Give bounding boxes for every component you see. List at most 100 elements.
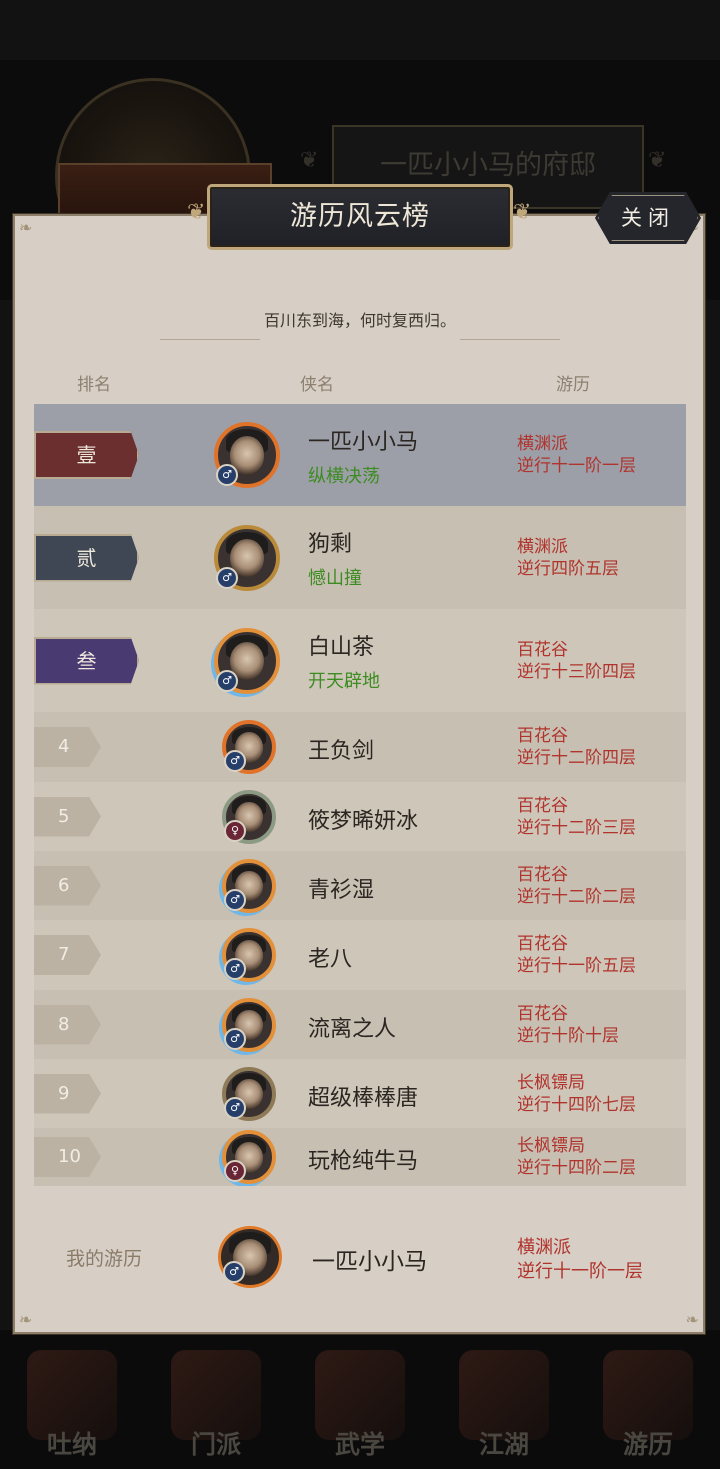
male-icon: ♂ — [224, 750, 246, 772]
male-icon: ♂ — [224, 1027, 246, 1050]
rank-label: 7 — [58, 944, 70, 965]
player-level: 逆行十二阶四层 — [517, 748, 636, 768]
rank-label: 6 — [58, 874, 70, 896]
player-name: 青衫湿 — [308, 877, 375, 903]
female-icon: ♀ — [224, 819, 246, 842]
player-level: 逆行十一阶五层 — [517, 956, 636, 976]
rank-label: 4 — [58, 736, 70, 757]
nav-item-label: 门派 — [190, 1430, 241, 1459]
avatar[interactable]: ♂ — [222, 1066, 276, 1121]
rank-badge: 叁 — [34, 636, 139, 685]
leaderboard-row[interactable]: 8 ♂ 流离之人 百花谷 逆行十阶十层 — [34, 990, 686, 1059]
rank-label: 9 — [58, 1082, 70, 1104]
corner-ornament-icon: ❧ — [19, 218, 33, 237]
leaderboard-row[interactable]: 5 ♀ 筱梦晞妍冰 百花谷 逆行十二阶三层 — [34, 782, 686, 851]
leaderboard-row[interactable]: 贰 ♂ 狗剩 憾山撞 横渊派 逆行四阶五层 — [34, 506, 686, 609]
close-button-label: 关闭 — [621, 206, 675, 230]
player-skill: 纵横决荡 — [308, 466, 380, 487]
leaderboard-row[interactable]: 9 ♂ 超级棒棒唐 长枫镖局 逆行十四阶七层 — [34, 1059, 686, 1128]
rank-badge: 9 — [34, 1073, 101, 1114]
nav-item-4[interactable]: 江湖 — [456, 1350, 552, 1469]
leaderboard-row[interactable]: 4 ♂ 王负剑 百花谷 逆行十二阶四层 — [34, 712, 686, 782]
player-level: 逆行十一阶一层 — [517, 456, 636, 476]
title-wing-right-icon: ❦ — [513, 200, 532, 225]
rank-badge: 8 — [34, 1004, 101, 1045]
column-header-travel: 游历 — [556, 375, 590, 395]
rank-badge: 壹 — [34, 431, 139, 479]
player-level: 逆行十三阶四层 — [517, 661, 636, 682]
avatar[interactable]: ♀ — [222, 1130, 276, 1184]
leaderboard-row[interactable]: 6 ♂ 青衫湿 百花谷 逆行十二阶二层 — [34, 851, 686, 920]
leaderboard-row[interactable]: 7 ♂ 老八 百花谷 逆行十一阶五层 — [34, 920, 686, 990]
modal-title: 游历风云榜 — [207, 184, 513, 250]
my-record-sect: 横渊派 — [517, 1237, 571, 1258]
rank-label: 壹 — [76, 443, 97, 467]
leaderboard-row[interactable]: 叁 ♂ 白山茶 开天辟地 百花谷 逆行十三阶四层 — [34, 609, 686, 712]
gender-icon: ♂ — [223, 1261, 245, 1283]
player-level: 逆行十四阶二层 — [517, 1158, 636, 1178]
nav-item-5[interactable]: 游历 — [600, 1350, 696, 1469]
player-name: 一匹小小马 — [308, 430, 419, 455]
player-name: 筱梦晞妍冰 — [308, 808, 419, 834]
nav-item-2[interactable]: 门派 — [168, 1350, 264, 1469]
player-name: 流离之人 — [308, 1016, 397, 1042]
rank-label: 5 — [58, 805, 70, 827]
rank-label: 贰 — [76, 545, 97, 570]
player-skill: 开天辟地 — [308, 671, 380, 692]
my-record-name: 一匹小小马 — [312, 1249, 427, 1275]
avatar[interactable]: ♂ — [214, 524, 280, 591]
ornament-icon: ❦ — [300, 148, 319, 173]
player-skill: 憾山撞 — [308, 568, 362, 589]
nav-item-label: 江湖 — [478, 1430, 529, 1459]
female-icon: ♀ — [224, 1160, 246, 1182]
avatar[interactable]: ♀ — [222, 789, 276, 844]
leaderboard-row[interactable]: 10 ♀ 玩枪纯牛马 长枫镖局 逆行十四阶二层 — [34, 1128, 686, 1186]
male-icon: ♂ — [216, 669, 238, 692]
male-icon: ♂ — [224, 888, 246, 911]
male-icon: ♂ — [224, 1096, 246, 1119]
avatar[interactable]: ♂ — [222, 858, 276, 913]
nav-item-label: 游历 — [622, 1430, 673, 1459]
avatar[interactable]: ♂ — [222, 928, 276, 982]
player-level: 逆行十二阶二层 — [517, 886, 636, 907]
avatar[interactable]: ♂ — [218, 1226, 282, 1288]
divider — [460, 339, 560, 340]
rank-label: 叁 — [76, 648, 97, 673]
rank-badge: 4 — [34, 727, 101, 767]
nav-item-3[interactable]: 武学 — [312, 1350, 408, 1469]
rank-badge: 贰 — [34, 533, 139, 582]
title-wing-left-icon: ❦ — [187, 200, 206, 225]
nav-item-label: 武学 — [334, 1430, 385, 1459]
corner-ornament-icon: ❧ — [685, 1310, 699, 1329]
rank-badge: 10 — [34, 1137, 101, 1177]
avatar[interactable]: ♂ — [214, 627, 280, 694]
column-header-name: 侠名 — [300, 375, 334, 395]
close-button[interactable]: 关闭 — [595, 192, 701, 244]
avatar[interactable]: ♂ — [222, 720, 276, 774]
corner-ornament-icon: ❧ — [19, 1310, 33, 1329]
rank-badge: 6 — [34, 865, 101, 906]
player-level: 逆行四阶五层 — [517, 558, 619, 579]
rank-badge: 5 — [34, 796, 101, 837]
player-name: 狗剩 — [308, 532, 353, 557]
male-icon: ♂ — [216, 464, 238, 486]
player-level: 逆行十二阶三层 — [517, 817, 636, 838]
divider — [160, 339, 260, 340]
player-name: 王负剑 — [308, 739, 375, 764]
player-level: 逆行十四阶七层 — [517, 1094, 636, 1115]
leaderboard-subtitle: 百川东到海，何时复西归。 — [263, 311, 456, 330]
my-record-label: 我的游历 — [66, 1248, 143, 1270]
leaderboard-row[interactable]: 壹 ♂ 一匹小小马 纵横决荡 横渊派 逆行十一阶一层 — [34, 404, 686, 506]
nav-item-1[interactable]: 吐纳 — [24, 1350, 120, 1469]
my-record-level: 逆行十一阶一层 — [517, 1261, 643, 1282]
player-level: 逆行十阶十层 — [517, 1025, 619, 1046]
column-header-rank: 排名 — [77, 375, 111, 395]
avatar[interactable]: ♂ — [214, 422, 280, 488]
player-name: 超级棒棒唐 — [308, 1085, 419, 1111]
player-name: 白山茶 — [308, 635, 375, 660]
avatar[interactable]: ♂ — [222, 997, 276, 1052]
nav-item-label: 吐纳 — [46, 1430, 97, 1459]
rank-label: 8 — [58, 1013, 70, 1035]
male-icon: ♂ — [224, 958, 246, 980]
male-icon: ♂ — [216, 566, 238, 589]
